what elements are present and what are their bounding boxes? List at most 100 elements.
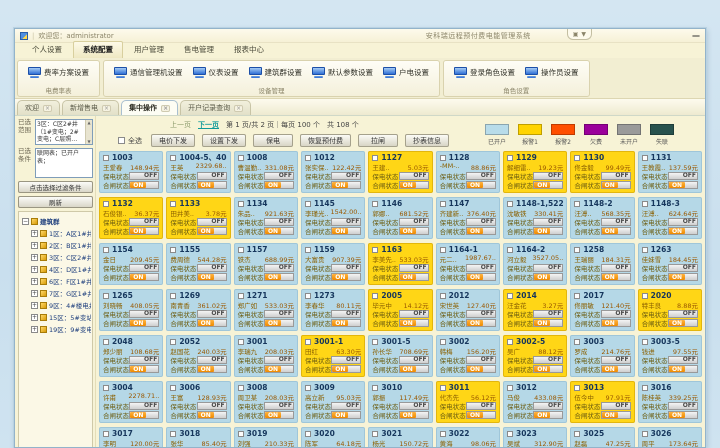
switch-toggle[interactable]: ON xyxy=(466,181,496,189)
supply-toggle[interactable]: OFF xyxy=(601,310,631,318)
meter-checkbox[interactable] xyxy=(170,247,176,253)
meter-checkbox[interactable] xyxy=(170,431,176,437)
meter-checkbox[interactable] xyxy=(642,339,648,345)
meter-checkbox[interactable] xyxy=(574,385,580,391)
meter-checkbox[interactable] xyxy=(238,155,244,161)
supply-toggle[interactable]: OFF xyxy=(197,172,227,180)
supply-toggle[interactable]: OFF xyxy=(466,402,496,410)
supply-toggle[interactable]: OFF xyxy=(331,356,361,364)
meter-checkbox[interactable] xyxy=(507,247,513,253)
switch-toggle[interactable]: ON xyxy=(668,273,698,281)
supply-toggle[interactable]: OFF xyxy=(331,172,361,180)
meter-checkbox[interactable] xyxy=(372,247,378,253)
supply-toggle[interactable]: OFF xyxy=(668,402,698,410)
meter-checkbox[interactable] xyxy=(642,293,648,299)
tree-node[interactable]: +9区：4#楼电井（4… xyxy=(31,299,91,311)
switch-toggle[interactable]: ON xyxy=(129,181,159,189)
close-icon[interactable]: × xyxy=(102,105,111,112)
meter-checkbox[interactable] xyxy=(170,293,176,299)
expand-icon[interactable]: + xyxy=(31,266,38,273)
meter-checkbox[interactable] xyxy=(372,431,378,437)
supply-toggle[interactable]: OFF xyxy=(668,356,698,364)
switch-toggle[interactable]: ON xyxy=(264,273,294,281)
switch-toggle[interactable]: ON xyxy=(668,181,698,189)
meter-checkbox[interactable] xyxy=(170,155,176,161)
meter-checkbox[interactable] xyxy=(440,339,446,345)
tree-node[interactable]: +7区：G区1#井 xyxy=(31,287,91,299)
switch-toggle[interactable]: ON xyxy=(331,319,361,327)
refresh-button[interactable]: 刷新 xyxy=(18,196,93,208)
meter-checkbox[interactable] xyxy=(103,431,109,437)
switch-toggle[interactable]: ON xyxy=(331,411,361,419)
switch-toggle[interactable]: ON xyxy=(601,181,631,189)
meter-checkbox[interactable] xyxy=(642,155,648,161)
switch-toggle[interactable]: ON xyxy=(264,181,294,189)
meter-checkbox[interactable] xyxy=(305,155,311,161)
supply-toggle[interactable]: OFF xyxy=(264,310,294,318)
switch-toggle[interactable]: ON xyxy=(533,365,563,373)
switch-toggle[interactable]: ON xyxy=(533,273,563,281)
switch-toggle[interactable]: ON xyxy=(601,319,631,327)
supply-toggle[interactable]: OFF xyxy=(197,356,227,364)
meter-checkbox[interactable] xyxy=(440,431,446,437)
meter-checkbox[interactable] xyxy=(440,201,446,207)
next-page-link[interactable]: 下一页 xyxy=(198,120,219,130)
meter-checkbox[interactable] xyxy=(372,385,378,391)
select-all-checkbox[interactable] xyxy=(118,137,125,144)
selected-range-box[interactable]: 3区：C区2#井（1#变电；2#变电；C层照… ▲▼ xyxy=(35,119,93,145)
supply-toggle[interactable]: OFF xyxy=(399,402,429,410)
switch-toggle[interactable]: ON xyxy=(331,227,361,235)
supply-toggle[interactable]: OFF xyxy=(533,356,563,364)
supply-toggle[interactable]: OFF xyxy=(466,172,496,180)
meter-checkbox[interactable] xyxy=(372,293,378,299)
skin-selector[interactable]: ▣ ▼ xyxy=(567,29,592,40)
supply-toggle[interactable]: OFF xyxy=(264,218,294,226)
supply-toggle[interactable]: OFF xyxy=(197,402,227,410)
meter-checkbox[interactable] xyxy=(372,155,378,161)
tree-node[interactable]: +15区：5#变站（3… xyxy=(31,311,91,323)
meter-checkbox[interactable] xyxy=(305,385,311,391)
supply-toggle[interactable]: OFF xyxy=(466,310,496,318)
scrollbar[interactable]: ▲▼ xyxy=(85,120,92,144)
switch-toggle[interactable]: ON xyxy=(399,365,429,373)
meter-checkbox[interactable] xyxy=(103,293,109,299)
supply-toggle[interactable]: OFF xyxy=(533,218,563,226)
supply-toggle[interactable]: OFF xyxy=(399,172,429,180)
switch-toggle[interactable]: ON xyxy=(466,365,496,373)
tab-集中操作[interactable]: 集中操作× xyxy=(121,100,178,115)
supply-toggle[interactable]: OFF xyxy=(466,356,496,364)
switch-toggle[interactable]: ON xyxy=(668,227,698,235)
supply-toggle[interactable]: OFF xyxy=(533,310,563,318)
meter-checkbox[interactable] xyxy=(507,339,513,345)
supply-toggle[interactable]: OFF xyxy=(601,402,631,410)
supply-toggle[interactable]: OFF xyxy=(668,264,698,272)
meter-checkbox[interactable] xyxy=(440,385,446,391)
meter-checkbox[interactable] xyxy=(238,201,244,207)
supply-toggle[interactable]: OFF xyxy=(399,218,429,226)
switch-toggle[interactable]: ON xyxy=(129,411,159,419)
supply-toggle[interactable]: OFF xyxy=(466,264,496,272)
supply-toggle[interactable]: OFF xyxy=(533,264,563,272)
switch-toggle[interactable]: ON xyxy=(399,273,429,281)
meter-checkbox[interactable] xyxy=(507,201,513,207)
meter-checkbox[interactable] xyxy=(103,339,109,345)
close-icon[interactable]: × xyxy=(234,105,243,112)
supply-toggle[interactable]: OFF xyxy=(264,264,294,272)
switch-toggle[interactable]: ON xyxy=(129,319,159,327)
supply-toggle[interactable]: OFF xyxy=(129,356,159,364)
supply-toggle[interactable]: OFF xyxy=(601,218,631,226)
supply-toggle[interactable]: OFF xyxy=(331,310,361,318)
chevron-down-icon[interactable]: ▼ xyxy=(581,31,586,38)
switch-toggle[interactable]: ON xyxy=(129,273,159,281)
supply-toggle[interactable]: OFF xyxy=(129,310,159,318)
meter-checkbox[interactable] xyxy=(305,247,311,253)
switch-toggle[interactable]: ON xyxy=(197,411,227,419)
meter-checkbox[interactable] xyxy=(507,293,513,299)
menu-item-系统配置[interactable]: 系统配置 xyxy=(73,41,123,58)
meter-checkbox[interactable] xyxy=(305,201,311,207)
switch-toggle[interactable]: ON xyxy=(466,411,496,419)
expand-icon[interactable]: + xyxy=(31,290,38,297)
switch-toggle[interactable]: ON xyxy=(533,227,563,235)
meter-checkbox[interactable] xyxy=(642,201,648,207)
toolbar-button-设置下发[interactable]: 设置下发 xyxy=(202,134,246,147)
